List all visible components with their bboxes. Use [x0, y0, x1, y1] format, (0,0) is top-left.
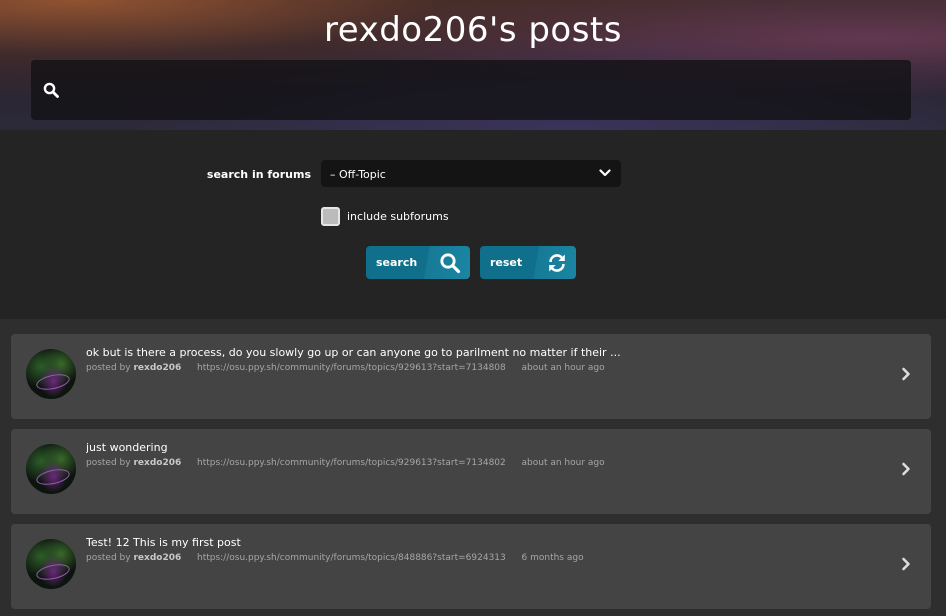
refresh-icon: [549, 254, 565, 272]
post-excerpt: just wondering: [86, 441, 168, 454]
posted-by-label: posted by: [86, 458, 131, 468]
post-url[interactable]: https://osu.ppy.sh/community/forums/topi…: [197, 458, 506, 468]
post-time: 6 months ago: [521, 553, 584, 563]
post-item[interactable]: ok but is there a process, do you slowly…: [11, 334, 931, 419]
chevron-down-icon: [599, 169, 611, 177]
forums-label: search in forums: [206, 168, 311, 181]
page-title: rexdo206's posts: [324, 10, 622, 50]
avatar: [26, 444, 76, 494]
chevron-right-icon[interactable]: [901, 462, 911, 476]
reset-button-label: reset: [490, 256, 523, 269]
posted-by-label: posted by: [86, 363, 131, 373]
post-time: about an hour ago: [521, 458, 605, 468]
post-author[interactable]: rexdo206: [133, 458, 181, 468]
search-bar[interactable]: [31, 60, 911, 120]
post-excerpt: ok but is there a process, do you slowly…: [86, 346, 621, 359]
search-icon: [43, 82, 59, 98]
page-header: rexdo206's posts: [0, 0, 946, 130]
post-author[interactable]: rexdo206: [133, 363, 181, 373]
search-button-label: search: [376, 256, 418, 269]
avatar: [26, 349, 76, 399]
chevron-right-icon[interactable]: [901, 367, 911, 381]
search-input[interactable]: [91, 60, 901, 120]
post-url[interactable]: https://osu.ppy.sh/community/forums/topi…: [197, 363, 506, 373]
chevron-right-icon[interactable]: [901, 557, 911, 571]
search-icon: [440, 253, 461, 274]
post-meta: posted by rexdo206 https://osu.ppy.sh/co…: [86, 363, 605, 373]
post-meta: posted by rexdo206 https://osu.ppy.sh/co…: [86, 553, 584, 563]
forum-select[interactable]: – Off-Topic: [321, 160, 621, 187]
post-url[interactable]: https://osu.ppy.sh/community/forums/topi…: [197, 553, 506, 563]
avatar: [26, 539, 76, 589]
forum-select-value: – Off-Topic: [330, 168, 386, 181]
include-subforums-checkbox[interactable]: [321, 207, 340, 226]
reset-button[interactable]: reset: [480, 246, 576, 279]
search-button[interactable]: search: [366, 246, 470, 279]
post-author[interactable]: rexdo206: [133, 553, 181, 563]
post-excerpt: Test! 12 This is my first post: [86, 536, 241, 549]
post-item[interactable]: Test! 12 This is my first post posted by…: [11, 524, 931, 609]
post-item[interactable]: just wondering posted by rexdo206 https:…: [11, 429, 931, 514]
post-meta: posted by rexdo206 https://osu.ppy.sh/co…: [86, 458, 605, 468]
posted-by-label: posted by: [86, 553, 131, 563]
post-time: about an hour ago: [521, 363, 605, 373]
search-filters: search in forums – Off-Topic include sub…: [0, 130, 946, 319]
include-subforums-label: include subforums: [347, 210, 449, 223]
